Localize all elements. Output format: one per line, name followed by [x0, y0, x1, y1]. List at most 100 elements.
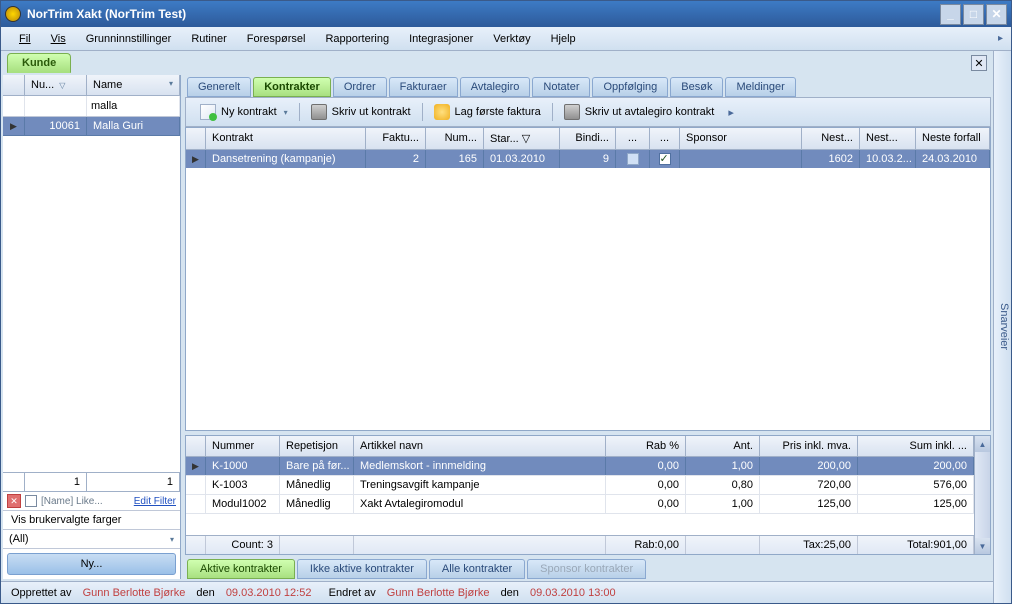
all-dropdown[interactable]: (All)▾ — [3, 529, 180, 548]
menu-grunninnstillinger[interactable]: Grunninnstillinger — [76, 29, 182, 49]
star-icon — [434, 104, 450, 120]
filter-tabs: Aktive kontrakter Ikke aktive kontrakter… — [185, 557, 991, 579]
tab-fakturaer[interactable]: Fakturaer — [389, 77, 458, 97]
edit-filter-link[interactable]: Edit Filter — [134, 496, 176, 507]
toolbar: Ny kontrakt ▾ Skriv ut kontrakt Lag førs… — [185, 97, 991, 127]
line-row[interactable]: Modul1002 Månedlig Xakt Avtalegiromodul … — [186, 495, 974, 514]
kontrakt-grid: Kontrakt Faktu... Num... Star... ▽ Bindi… — [185, 127, 991, 431]
minimize-button[interactable]: _ — [940, 4, 961, 25]
lag-forste-faktura-button[interactable]: Lag første faktura — [426, 101, 549, 123]
window-title: NorTrim Xakt (NorTrim Test) — [27, 7, 186, 21]
detail-tabs: Generelt Kontrakter Ordrer Fakturaer Avt… — [185, 75, 991, 97]
tab-notater[interactable]: Notater — [532, 77, 590, 97]
status-modified-by: Gunn Berlotte Bjørke — [387, 587, 490, 599]
menu-integrasjoner[interactable]: Integrasjoner — [399, 29, 483, 49]
filter-num-input[interactable] — [27, 98, 84, 114]
customer-list-panel: Nu... ▽ Name ▾ ▶ 10061 Malla Guri 1 1 ✕ — [3, 75, 181, 579]
menubar: Fil Vis Grunninnstillinger Rutiner Fores… — [1, 27, 1011, 51]
tab-generelt[interactable]: Generelt — [187, 77, 251, 97]
lcol-repetisjon[interactable]: Repetisjon — [280, 436, 354, 456]
minibox-icon — [627, 153, 639, 165]
printer-icon — [311, 104, 327, 120]
menu-verktoy[interactable]: Verktøy — [483, 29, 540, 49]
line-total: Total:901,00 — [858, 536, 974, 554]
lcol-nummer[interactable]: Nummer — [206, 436, 280, 456]
checkbox-icon[interactable] — [659, 153, 671, 165]
statusbar: Opprettet av Gunn Berlotte Bjørke den 09… — [1, 581, 993, 603]
tab-besok[interactable]: Besøk — [670, 77, 723, 97]
btab-alle[interactable]: Alle kontrakter — [429, 559, 525, 579]
col-nest1[interactable]: Nest... — [802, 128, 860, 149]
skriv-ut-avtalegiro-button[interactable]: Skriv ut avtalegiro kontrakt — [556, 101, 723, 123]
ny-button[interactable]: Ny... — [7, 553, 176, 575]
status-modified-date: 09.03.2010 13:00 — [530, 587, 616, 599]
tab-kontrakter[interactable]: Kontrakter — [253, 77, 331, 97]
menu-fil[interactable]: Fil — [9, 29, 41, 49]
titlebar: NorTrim Xakt (NorTrim Test) _ □ ✕ — [1, 1, 1011, 27]
footer-count-b: 1 — [87, 473, 180, 491]
col-start[interactable]: Star... ▽ — [484, 128, 560, 149]
tab-avtalegiro[interactable]: Avtalegiro — [460, 77, 531, 97]
printer-icon — [564, 104, 580, 120]
close-tab-button[interactable]: ✕ — [971, 55, 987, 71]
col-num[interactable]: Num... — [426, 128, 484, 149]
col-expand[interactable] — [3, 75, 25, 95]
lcol-rab[interactable]: Rab % — [606, 436, 686, 456]
scroll-down-icon[interactable]: ▼ — [975, 538, 990, 554]
skriv-ut-kontrakt-button[interactable]: Skriv ut kontrakt — [303, 101, 419, 123]
col-forfall[interactable]: Neste forfall — [916, 128, 990, 149]
col-bindi[interactable]: Bindi... — [560, 128, 616, 149]
vis-farger-label: Vis brukervalgte farger — [11, 514, 121, 526]
clear-filter-button[interactable]: ✕ — [7, 494, 21, 508]
line-items-panel: Nummer Repetisjon Artikkel navn Rab % An… — [185, 435, 991, 555]
lcol-sum[interactable]: Sum inkl. ... — [858, 436, 974, 456]
lcol-pris[interactable]: Pris inkl. mva. — [760, 436, 858, 456]
menu-rutiner[interactable]: Rutiner — [181, 29, 236, 49]
col-faktu[interactable]: Faktu... — [366, 128, 426, 149]
lcol-ant[interactable]: Ant. — [686, 436, 760, 456]
tab-oppfolging[interactable]: Oppfølging — [592, 77, 668, 97]
customer-row[interactable]: ▶ 10061 Malla Guri — [3, 117, 180, 136]
btab-aktive[interactable]: Aktive kontrakter — [187, 559, 295, 579]
app-icon — [5, 6, 21, 22]
status-created-by: Gunn Berlotte Bjørke — [83, 587, 186, 599]
menu-vis[interactable]: Vis — [41, 29, 76, 49]
lcol-artikkel[interactable]: Artikkel navn — [354, 436, 606, 456]
line-tax: Tax:25,00 — [760, 536, 858, 554]
col-nest2[interactable]: Nest... — [860, 128, 916, 149]
scroll-up-icon[interactable]: ▲ — [975, 436, 990, 452]
kontrakt-row[interactable]: ▶ Dansetrening (kampanje) 2 165 01.03.20… — [186, 150, 990, 168]
footer-count-a: 1 — [25, 473, 87, 491]
col-sponsor[interactable]: Sponsor — [680, 128, 802, 149]
scrollbar[interactable]: ▲ ▼ — [974, 436, 990, 554]
line-row[interactable]: ▶ K-1000 Bare på før... Medlemskort - in… — [186, 457, 974, 476]
col-x1[interactable]: ... — [616, 128, 650, 149]
line-rab: Rab:0,00 — [606, 536, 686, 554]
line-row[interactable]: K-1003 Månedlig Treningsavgift kampanje … — [186, 476, 974, 495]
menu-overflow-icon[interactable]: ▸ — [998, 33, 1003, 44]
ny-kontrakt-button[interactable]: Ny kontrakt ▾ — [192, 101, 296, 123]
document-new-icon — [200, 104, 216, 120]
module-tabs: Kunde ✕ — [1, 51, 993, 73]
close-button[interactable]: ✕ — [986, 4, 1007, 25]
col-num[interactable]: Nu... ▽ — [25, 75, 87, 95]
status-created-date: 09.03.2010 12:52 — [226, 587, 312, 599]
filter-expression: [Name] Like... — [41, 496, 130, 507]
menu-hjelp[interactable]: Hjelp — [541, 29, 586, 49]
tab-ordrer[interactable]: Ordrer — [333, 77, 387, 97]
snarveier-panel[interactable]: Snarveier — [993, 51, 1011, 603]
col-x2[interactable]: ... — [650, 128, 680, 149]
tab-kunde[interactable]: Kunde — [7, 53, 71, 73]
col-name[interactable]: Name ▾ — [87, 75, 180, 95]
menu-foresporsel[interactable]: Forespørsel — [237, 29, 316, 49]
btab-ikke-aktive[interactable]: Ikke aktive kontrakter — [297, 559, 427, 579]
menu-rapportering[interactable]: Rapportering — [315, 29, 399, 49]
toolbar-more-icon[interactable]: ▸ — [725, 103, 737, 122]
filter-name-input[interactable] — [89, 98, 177, 114]
line-count: Count: 3 — [206, 536, 280, 554]
filter-enabled-checkbox[interactable] — [25, 495, 37, 507]
col-kontrakt[interactable]: Kontrakt — [206, 128, 366, 149]
tab-meldinger[interactable]: Meldinger — [725, 77, 795, 97]
maximize-button[interactable]: □ — [963, 4, 984, 25]
btab-sponsor[interactable]: Sponsor kontrakter — [527, 559, 646, 579]
